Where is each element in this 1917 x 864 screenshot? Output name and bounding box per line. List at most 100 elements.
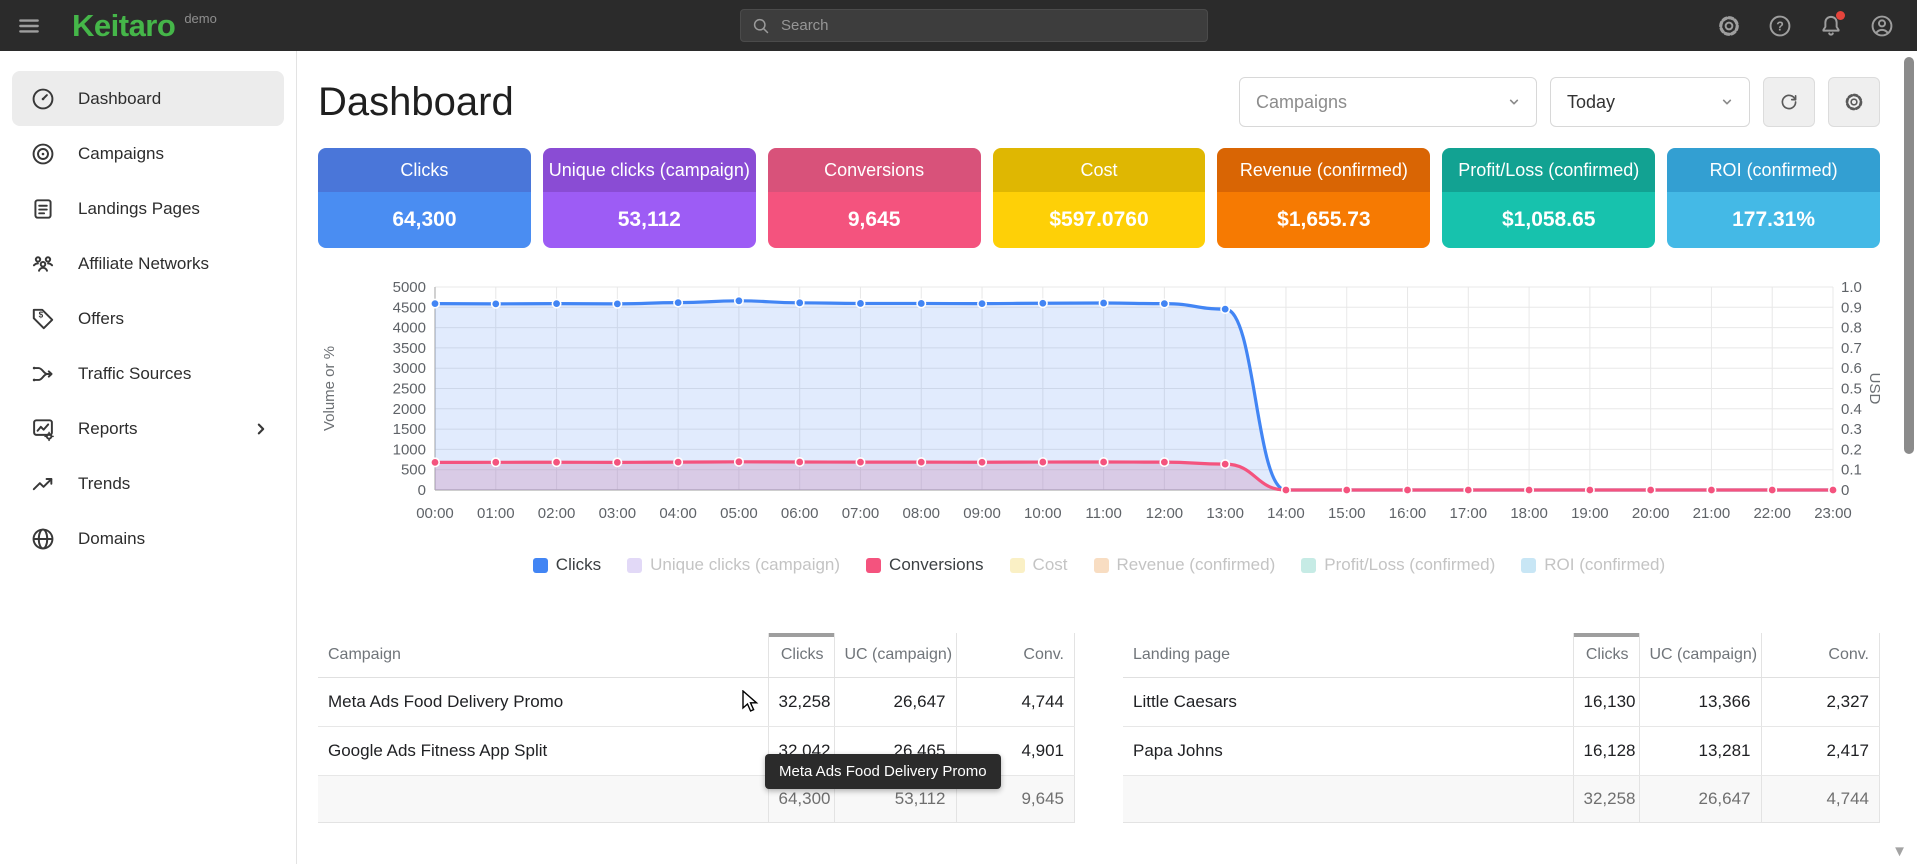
- stat-card-value: $597.0760: [993, 192, 1206, 248]
- column-header-conv-[interactable]: Conv.: [1761, 633, 1880, 678]
- svg-text:0: 0: [418, 482, 426, 499]
- legend-swatch: [1521, 558, 1536, 573]
- campaigns-filter-value: Campaigns: [1256, 92, 1347, 113]
- svg-text:2000: 2000: [393, 401, 426, 418]
- legend-item-conversions[interactable]: Conversions: [866, 555, 984, 575]
- stat-card-label: ROI (confirmed): [1667, 148, 1880, 192]
- legend-item-revenue-confirmed-[interactable]: Revenue (confirmed): [1094, 555, 1276, 575]
- svg-text:0.5: 0.5: [1841, 381, 1862, 398]
- legend-item-roi-confirmed-[interactable]: ROI (confirmed): [1521, 555, 1665, 575]
- row-name: Little Caesars: [1123, 678, 1573, 727]
- sidebar-item-domains[interactable]: Domains: [12, 511, 284, 566]
- sidebar-item-affiliate-networks[interactable]: Affiliate Networks: [12, 236, 284, 291]
- column-header-uc-campaign-[interactable]: UC (campaign): [834, 633, 956, 678]
- sidebar-item-trends[interactable]: Trends: [12, 456, 284, 511]
- svg-text:1.0: 1.0: [1841, 279, 1862, 296]
- menu-button[interactable]: [6, 0, 52, 51]
- row-conv: 2,417: [1761, 727, 1880, 776]
- row-clicks: 32,258: [768, 678, 834, 727]
- svg-text:0.6: 0.6: [1841, 360, 1862, 377]
- sidebar-item-campaigns[interactable]: Campaigns: [12, 126, 284, 181]
- page-header: Dashboard Campaigns Today: [318, 77, 1880, 127]
- row-clicks: 16,130: [1573, 678, 1639, 727]
- sidebar-item-reports[interactable]: Reports: [12, 401, 284, 456]
- chart-section: 0500100015002000250030003500400045005000…: [318, 277, 1880, 575]
- sort-indicator: [769, 633, 834, 637]
- stat-cards: Clicks 64,300 Unique clicks (campaign) 5…: [318, 148, 1880, 248]
- legend-item-profit-loss-confirmed-[interactable]: Profit/Loss (confirmed): [1301, 555, 1495, 575]
- summary-tables: CampaignClicksUC (campaign)Conv. Meta Ad…: [318, 633, 1880, 823]
- campaigns-filter-select[interactable]: Campaigns: [1239, 77, 1537, 127]
- refresh-button[interactable]: [1763, 77, 1815, 127]
- app-logo[interactable]: Keitaro: [72, 8, 175, 44]
- sidebar-item-dashboard[interactable]: Dashboard: [12, 71, 284, 126]
- column-header-name[interactable]: Campaign: [318, 633, 768, 678]
- traffic-chart[interactable]: 0500100015002000250030003500400045005000…: [318, 277, 1880, 539]
- date-range-select[interactable]: Today: [1550, 77, 1750, 127]
- svg-text:17:00: 17:00: [1450, 505, 1488, 522]
- summary-table: CampaignClicksUC (campaign)Conv. Meta Ad…: [318, 633, 1075, 823]
- chart-legend: Clicks Unique clicks (campaign) Conversi…: [318, 555, 1880, 575]
- svg-text:1000: 1000: [393, 441, 426, 458]
- page-title: Dashboard: [318, 80, 514, 125]
- legend-item-unique-clicks-campaign-[interactable]: Unique clicks (campaign): [627, 555, 840, 575]
- legend-swatch: [1301, 558, 1316, 573]
- column-header-uc-campaign-[interactable]: UC (campaign): [1639, 633, 1761, 678]
- totals-value: 32,258: [1573, 776, 1639, 823]
- account-button[interactable]: [1869, 13, 1895, 39]
- sidebar-item-traffic-sources[interactable]: Traffic Sources: [12, 346, 284, 401]
- legend-item-clicks[interactable]: Clicks: [533, 555, 601, 575]
- search-box[interactable]: [740, 9, 1208, 42]
- table-row[interactable]: Meta Ads Food Delivery Promo 32,258 26,6…: [318, 678, 1075, 727]
- svg-text:3500: 3500: [393, 340, 426, 357]
- scroll-down-arrow[interactable]: ▼: [1892, 843, 1907, 860]
- vertical-scrollbar[interactable]: [1904, 57, 1914, 454]
- account-icon: [1869, 13, 1895, 39]
- totals-value: 26,647: [1639, 776, 1761, 823]
- row-uc: 26,647: [834, 678, 956, 727]
- legend-item-cost[interactable]: Cost: [1010, 555, 1068, 575]
- dashboard-settings-button[interactable]: [1828, 77, 1880, 127]
- stat-card-label: Profit/Loss (confirmed): [1442, 148, 1655, 192]
- column-header-conv-[interactable]: Conv.: [956, 633, 1075, 678]
- svg-text:?: ?: [1776, 19, 1784, 33]
- column-header-name[interactable]: Landing page: [1123, 633, 1573, 678]
- legend-label: Cost: [1033, 555, 1068, 575]
- stat-card-revenue-confirmed-: Revenue (confirmed) $1,655.73: [1217, 148, 1430, 248]
- row-tooltip: Meta Ads Food Delivery Promo: [765, 754, 1001, 789]
- help-button[interactable]: ?: [1767, 13, 1793, 39]
- topbar-icons: ?: [1716, 0, 1895, 51]
- split-icon: [30, 361, 56, 387]
- svg-text:4000: 4000: [393, 320, 426, 337]
- legend-label: Conversions: [889, 555, 984, 575]
- row-clicks: 16,128: [1573, 727, 1639, 776]
- legend-swatch: [1010, 558, 1025, 573]
- stat-card-value: 9,645: [768, 192, 981, 248]
- row-uc: 13,366: [1639, 678, 1761, 727]
- svg-text:23:00: 23:00: [1814, 505, 1852, 522]
- sidebar-item-label: Trends: [78, 474, 130, 494]
- search-input[interactable]: [781, 17, 1197, 34]
- totals-value: 4,744: [1761, 776, 1880, 823]
- stat-card-cost: Cost $597.0760: [993, 148, 1206, 248]
- legend-swatch: [627, 558, 642, 573]
- settings-button[interactable]: [1716, 13, 1742, 39]
- svg-text:0.9: 0.9: [1841, 299, 1862, 316]
- stat-card-value: 177.31%: [1667, 192, 1880, 248]
- target-icon: [30, 141, 56, 167]
- svg-text:$: $: [39, 310, 44, 319]
- column-header-clicks[interactable]: Clicks: [768, 633, 834, 678]
- sidebar-item-offers[interactable]: $ Offers: [12, 291, 284, 346]
- notifications-button[interactable]: [1818, 13, 1844, 39]
- column-header-clicks[interactable]: Clicks: [1573, 633, 1639, 678]
- campaigns-table: CampaignClicksUC (campaign)Conv. Meta Ad…: [318, 633, 1075, 823]
- sidebar-item-label: Reports: [78, 419, 138, 439]
- table-row[interactable]: Papa Johns 16,128 13,281 2,417: [1123, 727, 1880, 776]
- svg-text:0.7: 0.7: [1841, 340, 1862, 357]
- table-row[interactable]: Little Caesars 16,130 13,366 2,327: [1123, 678, 1880, 727]
- sidebar-item-landings-pages[interactable]: Landings Pages: [12, 181, 284, 236]
- date-range-value: Today: [1567, 92, 1615, 113]
- summary-table: Landing pageClicksUC (campaign)Conv. Lit…: [1123, 633, 1880, 823]
- totals-empty: [1123, 776, 1573, 823]
- svg-text:4500: 4500: [393, 299, 426, 316]
